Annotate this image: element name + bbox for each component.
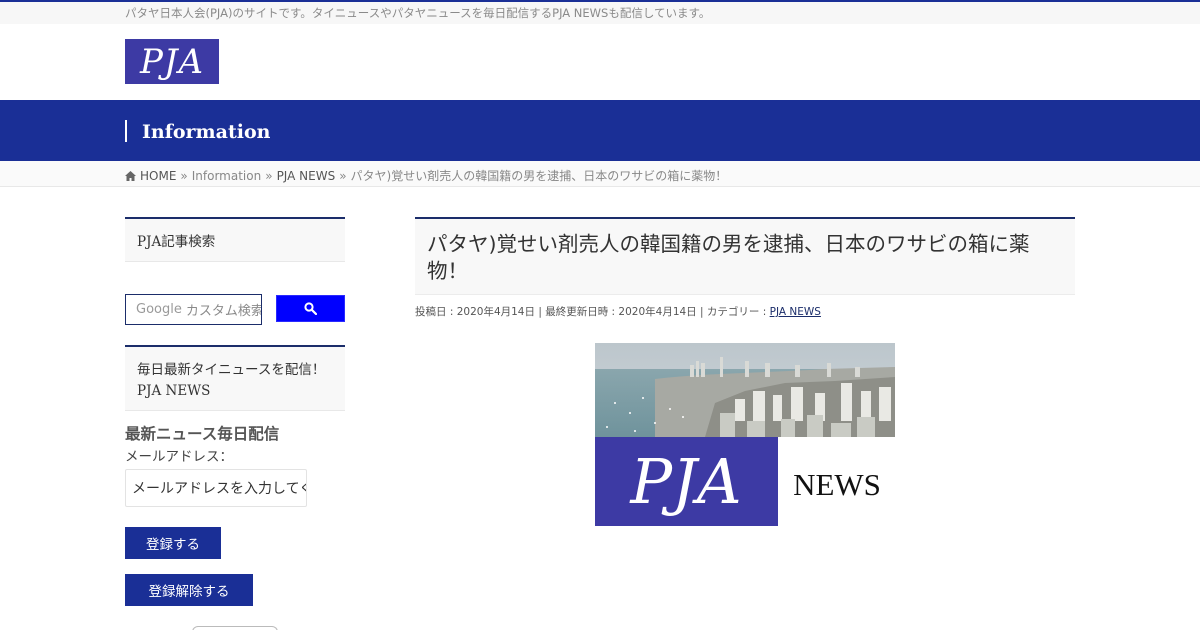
sidebar-news-title-line2: PJA NEWS [137, 383, 211, 399]
featured-news-text: NEWS [793, 467, 881, 502]
posted-label: 投稿日 : [415, 306, 457, 318]
featured-image: PJA NEWS [595, 343, 895, 526]
subscribe-button[interactable]: 登録する [125, 527, 221, 559]
partial-widget [192, 626, 278, 630]
post-header: パタヤ)覚せい剤売人の韓国籍の男を逮捕、日本のワサビの箱に薬物！ [415, 217, 1075, 295]
sidebar-search-title-text: PJA記事検索 [137, 234, 216, 250]
page-title-text: Information [142, 121, 271, 143]
page-title: Information [125, 120, 271, 143]
email-placeholder: メールアドレスを入力してください [132, 481, 306, 497]
breadcrumb-separator: » [339, 168, 347, 183]
updated-date: 2020年4月14日 [618, 306, 697, 318]
unsubscribe-button-label: 登録解除する [148, 584, 230, 600]
search-placeholder: カスタム検索 [185, 304, 262, 319]
sidebar-search-title: PJA記事検索 [125, 217, 345, 262]
posted-date: 2020年4月14日 [456, 306, 535, 318]
breadcrumb: HOME » Information » PJA NEWS » パタヤ)覚せい剤… [125, 167, 727, 184]
site-tagline: パタヤ日本人会(PJA)のサイトです。タイニュースやパタヤニュースを毎日配信する… [125, 6, 711, 20]
breadcrumb-separator: » [180, 168, 188, 183]
breadcrumb-separator: » [265, 168, 273, 183]
sidebar-news-title-line1: 毎日最新タイニュースを配信！ [137, 362, 326, 378]
search-icon [304, 302, 317, 315]
featured-logo-text: PJA [629, 445, 741, 518]
search-button[interactable] [276, 295, 345, 322]
breadcrumb-pja-news-link[interactable]: PJA NEWS [277, 169, 336, 183]
site-logo-text: PJA [139, 41, 205, 82]
updated-label: | 最終更新日時 : [534, 306, 619, 318]
newsletter-title: 最新ニュース毎日配信 [125, 425, 280, 443]
home-icon [125, 170, 136, 181]
breadcrumb-current: パタヤ)覚せい剤売人の韓国籍の男を逮捕、日本のワサビの箱に薬物！ [350, 169, 728, 183]
category-link[interactable]: PJA NEWS [770, 306, 821, 318]
category-label: | カテゴリー : [696, 306, 770, 318]
subscribe-button-label: 登録する [146, 537, 200, 553]
breadcrumb-information-link[interactable]: Information [192, 169, 261, 183]
email-field[interactable]: メールアドレスを入力してください [125, 469, 307, 507]
google-label: Google [136, 302, 182, 317]
post-title: パタヤ)覚せい剤売人の韓国籍の男を逮捕、日本のワサビの箱に薬物！ [427, 232, 1030, 283]
search-input[interactable]: Google カスタム検索 [125, 294, 262, 325]
breadcrumb-home-link[interactable]: HOME [140, 169, 176, 183]
unsubscribe-button[interactable]: 登録解除する [125, 574, 253, 606]
post-meta: 投稿日 : 2020年4月14日 | 最終更新日時 : 2020年4月14日 |… [415, 304, 821, 319]
email-label: メールアドレス： [125, 449, 233, 465]
sidebar-news-title: 毎日最新タイニュースを配信！ PJA NEWS [125, 345, 345, 411]
site-logo[interactable]: PJA [125, 39, 219, 84]
